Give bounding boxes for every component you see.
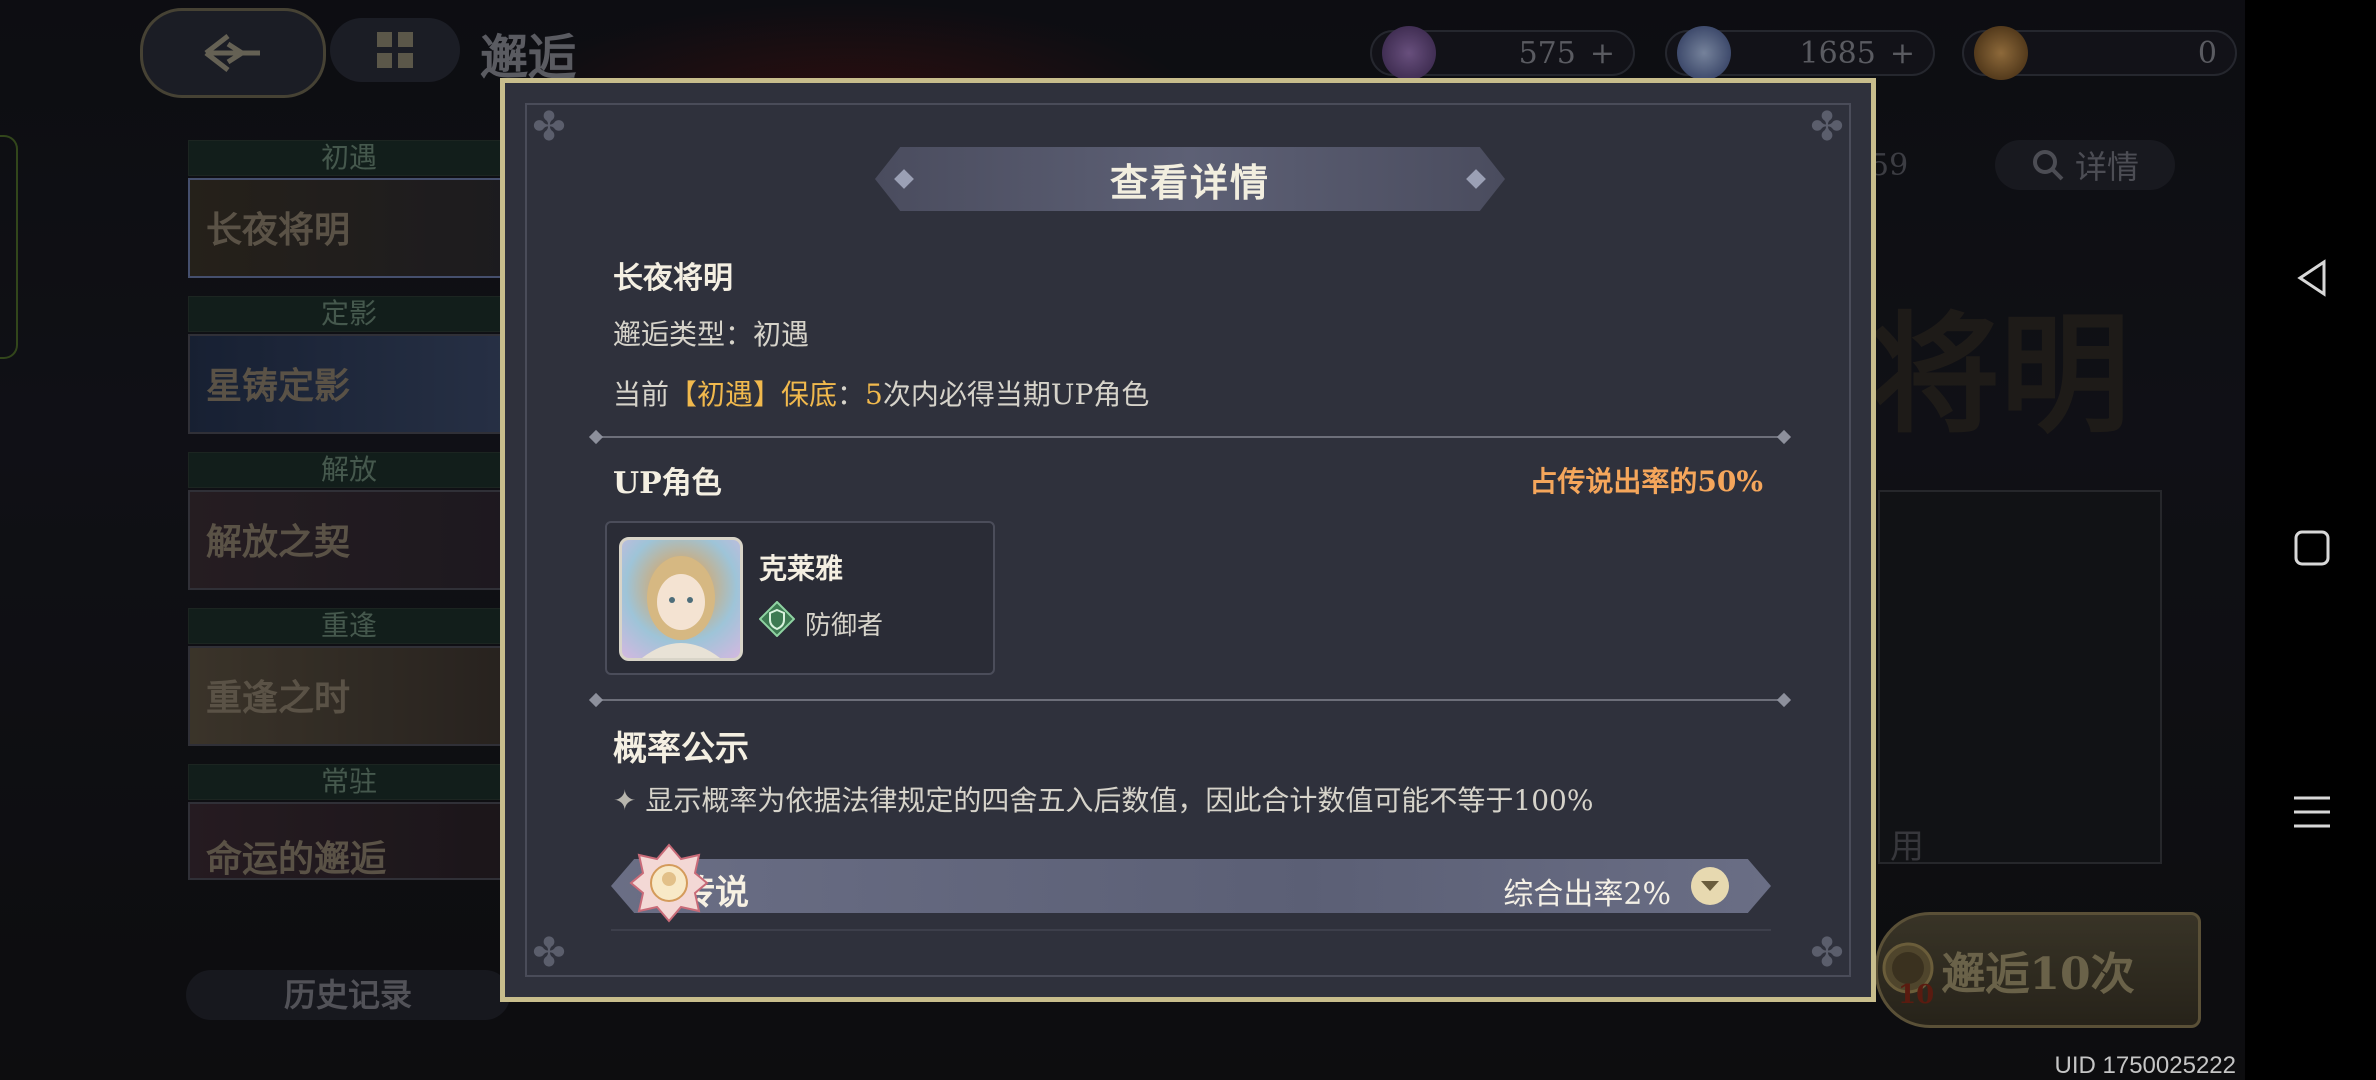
user-id: UID 1750025222 <box>2054 1052 2236 1079</box>
character-portrait <box>619 537 743 661</box>
modal-title: 查看详情 <box>1109 159 1270 205</box>
sparkle-icon: ✦ <box>613 784 646 817</box>
character-name: 克莱雅 <box>759 552 844 585</box>
banner-type-value: 初遇 <box>753 318 810 351</box>
pity-prefix: 当前 <box>613 378 670 411</box>
section-divider <box>588 429 1792 445</box>
nav-back-icon[interactable] <box>2290 256 2334 300</box>
section-divider <box>588 692 1792 708</box>
pity-highlight: 【初遇】保底 <box>669 378 838 411</box>
legendary-rate-bar[interactable]: 传说 综合出率2% <box>611 859 1771 913</box>
legendary-rarity-icon <box>629 843 709 923</box>
details-modal: ✤ ✤ ✤ ✤ 查看详情 长夜将明 邂逅类型：初遇 当前【初遇】保底：5次内必得… <box>500 78 1876 1002</box>
title-diamond-icon <box>894 169 914 189</box>
modal-title-banner: 查看详情 <box>875 147 1505 211</box>
expand-chevron-icon[interactable] <box>1691 867 1729 905</box>
pity-row: 当前【初遇】保底：5次内必得当期UP角色 <box>613 373 1149 413</box>
list-divider <box>611 929 1771 931</box>
probability-title: 概率公示 <box>613 729 749 769</box>
up-rate-text: 占传说出率的50% <box>1529 465 1763 498</box>
pity-count: 5 <box>865 378 883 411</box>
probability-note-row: ✦ 显示概率为依据法律规定的四舍五入后数值，因此合计数值可能不等于100% <box>613 779 1593 819</box>
corner-ornament-icon: ✤ <box>532 104 566 150</box>
character-role: 防御者 <box>805 611 884 641</box>
corner-ornament-icon: ✤ <box>1810 930 1844 976</box>
pity-colon: ： <box>837 378 866 411</box>
defender-role-icon <box>759 601 795 637</box>
probability-note: 显示概率为依据法律规定的四舍五入后数值，因此合计数值可能不等于100% <box>645 784 1594 817</box>
corner-ornament-icon: ✤ <box>532 930 566 976</box>
banner-type-row: 邂逅类型：初遇 <box>613 313 809 353</box>
up-character-card[interactable]: 克莱雅 防御者 <box>605 521 995 675</box>
up-section-label: UP角色 <box>613 466 722 501</box>
banner-name: 长夜将明 <box>613 261 733 296</box>
banner-type-label: 邂逅类型： <box>613 318 754 351</box>
pity-suffix: 次内必得当期UP角色 <box>882 378 1150 411</box>
nav-menu-icon[interactable] <box>2290 790 2334 834</box>
corner-ornament-icon: ✤ <box>1810 104 1844 150</box>
nav-home-icon[interactable] <box>2290 526 2334 570</box>
title-diamond-icon <box>1466 169 1486 189</box>
rarity-rate: 综合出率2% <box>1503 877 1671 912</box>
